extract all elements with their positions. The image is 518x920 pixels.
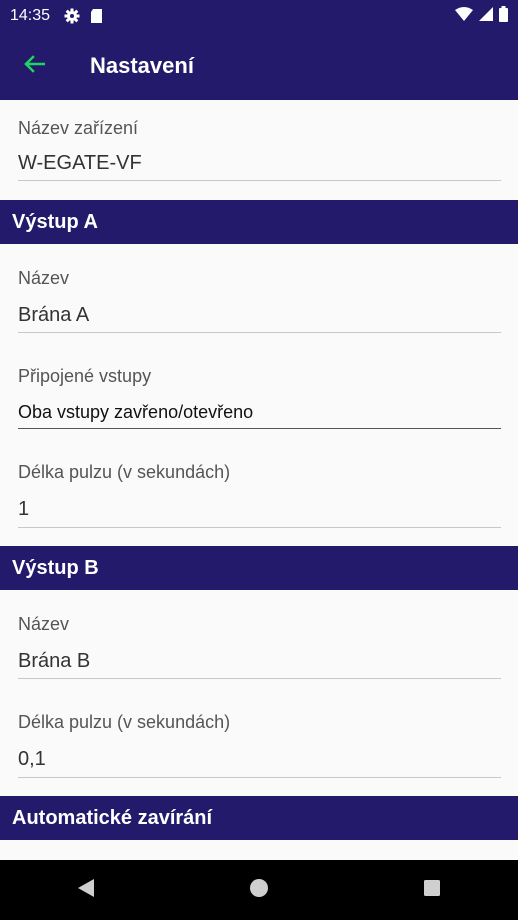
section-output-b-header: Výstup B (0, 546, 518, 590)
page-title: Nastavení (90, 53, 194, 78)
output-a-name-field: Název Brána A (18, 268, 501, 333)
output-a-name-input[interactable]: Brána A (18, 304, 89, 327)
section-output-a-header: Výstup A (0, 200, 518, 244)
settings-list[interactable]: Název zařízení W-EGATE-VF Výstup A Název… (0, 100, 518, 860)
gear-icon (64, 8, 80, 24)
battery-icon (499, 5, 508, 27)
output-b-pulse-input[interactable]: 0,1 (18, 748, 46, 771)
device-name-input[interactable]: W-EGATE-VF (18, 152, 142, 175)
output-a-name-underline (18, 332, 501, 333)
output-b-name-underline (18, 678, 501, 679)
output-a-inputs-label: Připojené vstupy (18, 366, 152, 386)
output-b-name-field: Název Brána B (18, 614, 501, 679)
output-a-pulse-input[interactable]: 1 (18, 498, 29, 521)
section-auto-close-header: Automatické zavírání (0, 796, 518, 840)
output-a-pulse-field: Délka pulzu (v sekundách) 1 (18, 462, 501, 528)
home-circle-icon (249, 878, 269, 903)
output-b-pulse-field: Délka pulzu (v sekundách) 0,1 (18, 712, 501, 778)
wifi-icon (455, 6, 473, 26)
nav-recents-button[interactable] (402, 860, 462, 920)
output-b-name-label: Název (18, 614, 70, 634)
output-a-inputs-underline (18, 428, 501, 429)
output-b-pulse-underline (18, 777, 501, 778)
output-b-name-input[interactable]: Brána B (18, 650, 90, 673)
device-name-underline (18, 180, 501, 181)
output-b-pulse-label: Délka pulzu (v sekundách) (18, 712, 231, 732)
back-triangle-icon (77, 878, 95, 903)
arrow-left-icon (23, 54, 46, 78)
output-a-name-label: Název (18, 268, 70, 288)
back-button[interactable] (0, 32, 70, 100)
device-name-label: Název zařízení (18, 118, 139, 138)
output-a-inputs-field: Připojené vstupy Oba vstupy zavřeno/otev… (18, 366, 501, 430)
output-a-inputs-select[interactable]: Oba vstupy zavřeno/otevřeno (18, 402, 253, 423)
app-bar: Nastavení (0, 32, 518, 100)
status-bar: 14:35 (0, 0, 518, 32)
nav-home-button[interactable] (229, 860, 289, 920)
system-nav-bar (0, 860, 518, 920)
output-a-pulse-label: Délka pulzu (v sekundách) (18, 462, 231, 482)
device-name-field: Název zařízení W-EGATE-VF (18, 118, 501, 182)
recents-square-icon (423, 879, 441, 902)
sd-card-icon (90, 8, 103, 24)
signal-icon (479, 6, 493, 26)
output-a-pulse-underline (18, 527, 501, 528)
status-time: 14:35 (10, 7, 51, 24)
nav-back-button[interactable] (56, 860, 116, 920)
